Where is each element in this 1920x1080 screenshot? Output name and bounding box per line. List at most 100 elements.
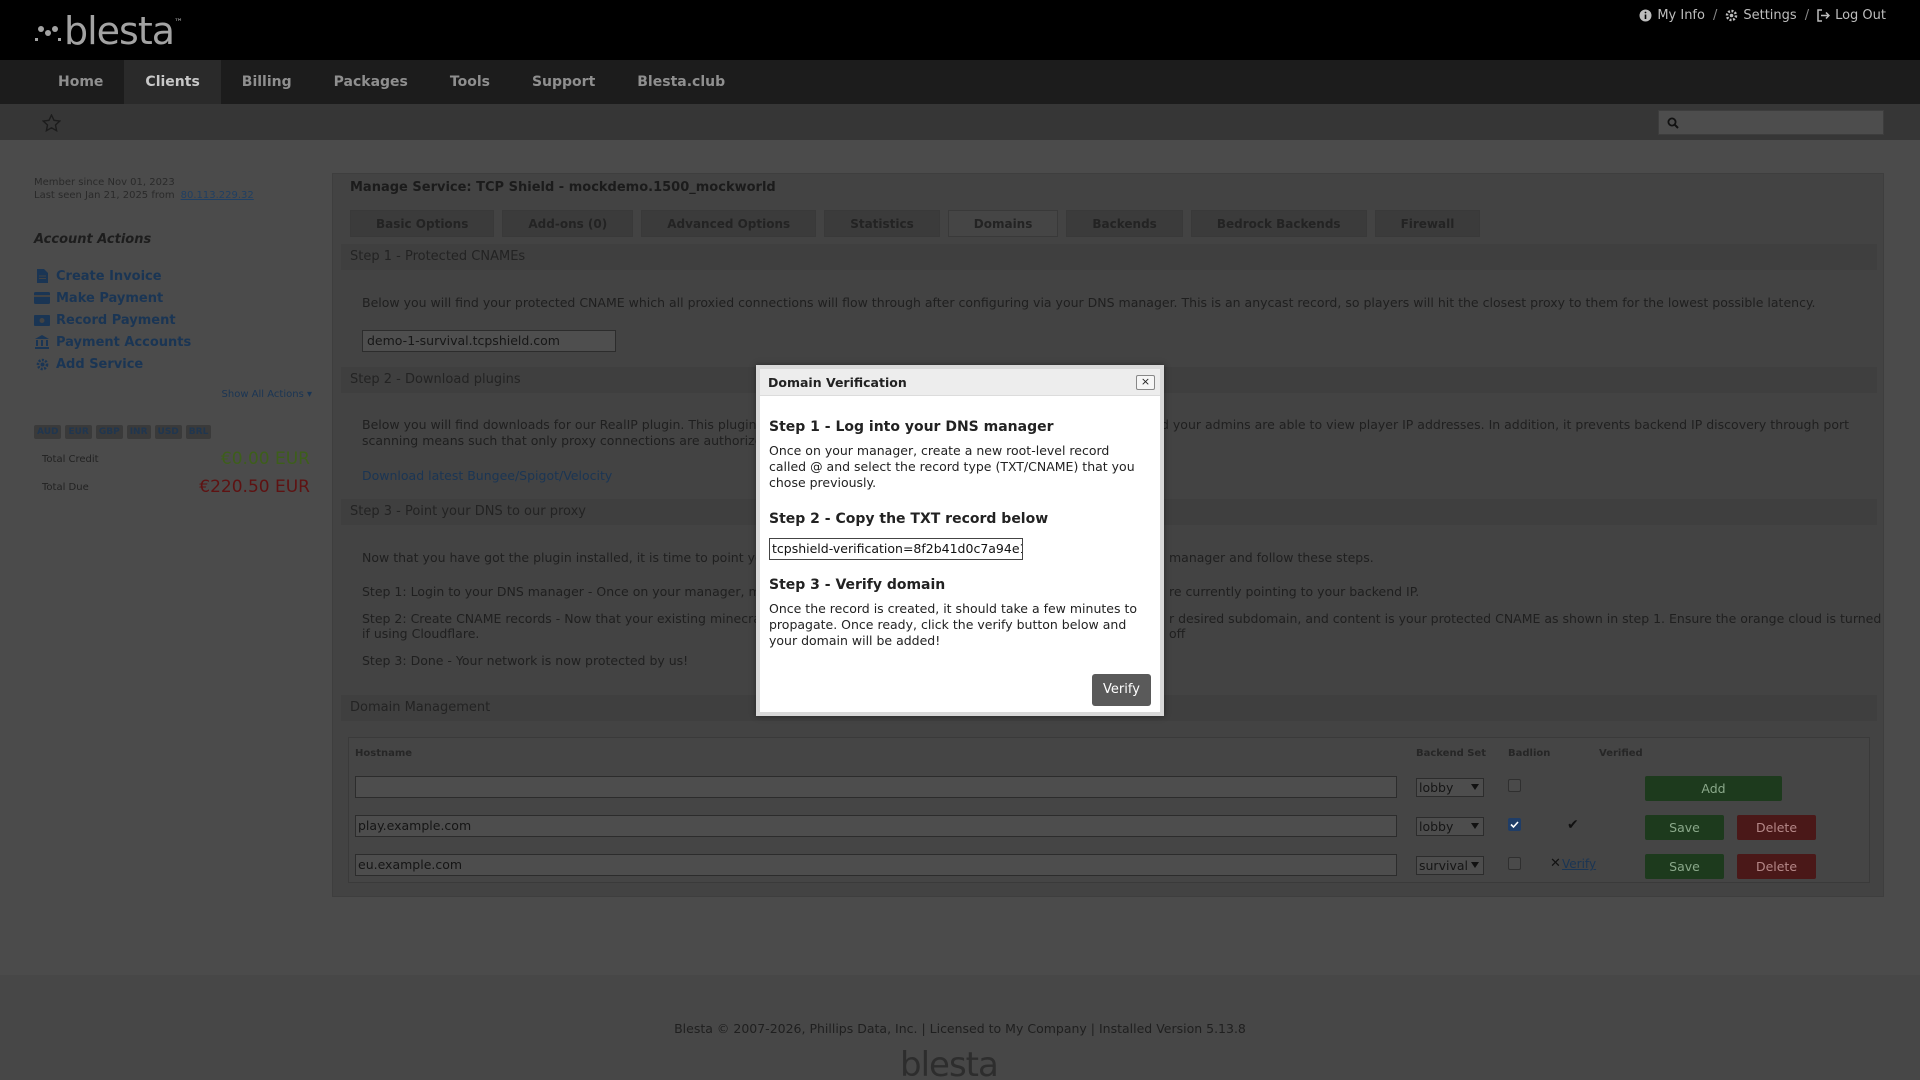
tab-backends[interactable]: Backends bbox=[1066, 210, 1183, 237]
credit-card-icon bbox=[34, 292, 50, 304]
currency-badge[interactable]: AUD bbox=[34, 425, 62, 439]
bank-icon bbox=[35, 335, 49, 349]
caret-down-icon: ▾ bbox=[306, 389, 312, 400]
my-info-label: My Info bbox=[1657, 8, 1705, 23]
badlion-checkbox[interactable] bbox=[1508, 857, 1521, 870]
backend-value: survival bbox=[1419, 858, 1468, 873]
modal-step2-title: Step 2 - Copy the TXT record below bbox=[769, 511, 1049, 527]
badlion-checkbox[interactable] bbox=[1508, 818, 1521, 831]
currency-badge[interactable]: USD bbox=[154, 425, 182, 439]
add-service-action[interactable]: Add Service bbox=[34, 353, 314, 375]
tab-add-ons[interactable]: Add-ons (0) bbox=[502, 210, 634, 237]
logout-label: Log Out bbox=[1835, 8, 1886, 23]
page-title: Manage Service: TCP Shield - mockdemo.15… bbox=[350, 180, 776, 195]
delete-button[interactable]: Delete bbox=[1737, 854, 1816, 879]
record-payment-action[interactable]: Record Payment bbox=[34, 309, 314, 331]
star-icon[interactable] bbox=[42, 114, 61, 132]
logo-tm: ™ bbox=[174, 18, 184, 28]
add-button[interactable]: Add bbox=[1645, 776, 1782, 801]
step3-intro-b: manager and follow these steps. bbox=[1169, 550, 1374, 565]
settings-link[interactable]: Settings bbox=[1725, 8, 1797, 23]
nav-clients[interactable]: Clients bbox=[124, 60, 221, 104]
member-since: Member since Nov 01, 2023 bbox=[34, 177, 175, 188]
tab-domains[interactable]: Domains bbox=[947, 210, 1059, 237]
step3-step2-a: Step 2: Create CNAME records - Now that … bbox=[362, 611, 787, 626]
step3-step3: Step 3: Done - Your network is now prote… bbox=[362, 653, 689, 668]
account-actions: Create Invoice Make Payment Record Payme… bbox=[34, 265, 314, 375]
nav-support[interactable]: Support bbox=[511, 60, 616, 104]
tab-basic-options[interactable]: Basic Options bbox=[350, 210, 495, 237]
domain-verification-modal: Domain Verification × Step 1 - Log into … bbox=[756, 365, 1164, 716]
tab-firewall[interactable]: Firewall bbox=[1374, 210, 1481, 237]
step3-intro-a: Now that you have got the plugin install… bbox=[362, 550, 788, 565]
new-backend-select[interactable]: lobby bbox=[1416, 778, 1484, 797]
currency-badge[interactable]: BRL bbox=[185, 425, 212, 439]
separator: / bbox=[1804, 8, 1810, 23]
blesta-logo-icon bbox=[35, 26, 61, 41]
unverified-x-icon: ✕ bbox=[1550, 856, 1561, 871]
create-invoice-action[interactable]: Create Invoice bbox=[34, 265, 314, 287]
new-backend-value: lobby bbox=[1419, 780, 1454, 795]
tab-bedrock-backends[interactable]: Bedrock Backends bbox=[1190, 210, 1367, 237]
gear-icon bbox=[1726, 9, 1738, 22]
currency-badge[interactable]: EUR bbox=[65, 425, 92, 439]
file-icon bbox=[36, 269, 48, 283]
modal-header: Domain Verification × bbox=[760, 369, 1160, 396]
make-payment-action[interactable]: Make Payment bbox=[34, 287, 314, 309]
chevron-down-icon bbox=[1471, 784, 1479, 790]
verified-check-icon: ✔ bbox=[1567, 817, 1579, 833]
total-due-value: €220.50 EUR bbox=[199, 477, 310, 497]
show-all-actions-link[interactable]: Show All Actions ▾ bbox=[222, 389, 312, 400]
ip-link[interactable]: 80.113.229.32 bbox=[181, 190, 254, 201]
cname-field[interactable]: demo-1-survival.tcpshield.com bbox=[362, 330, 616, 352]
header-backend-set: Backend Set bbox=[1416, 748, 1486, 759]
backend-select[interactable]: survival bbox=[1416, 856, 1484, 875]
delete-button[interactable]: Delete bbox=[1737, 815, 1816, 840]
currency-badge[interactable]: GBP bbox=[95, 425, 123, 439]
step3-step1-b: re currently pointing to your backend IP… bbox=[1169, 584, 1420, 599]
nav-billing[interactable]: Billing bbox=[221, 60, 313, 104]
step2-text-b: d your admins are able to view player IP… bbox=[1161, 417, 1850, 432]
search-input[interactable] bbox=[1658, 110, 1884, 135]
nav-blesta-club[interactable]: Blesta.club bbox=[616, 60, 746, 104]
separator: / bbox=[1712, 8, 1718, 23]
total-credit-value: €0.00 EUR bbox=[220, 449, 310, 469]
save-button[interactable]: Save bbox=[1645, 854, 1724, 879]
step3-step1-a: Step 1: Login to your DNS manager - Once… bbox=[362, 584, 795, 599]
top-bar: blesta ™ My Info / Settings / Log Out bbox=[0, 0, 1920, 60]
payment-accounts-action[interactable]: Payment Accounts bbox=[34, 331, 314, 353]
tab-statistics[interactable]: Statistics bbox=[824, 210, 940, 237]
new-badlion-checkbox[interactable] bbox=[1508, 779, 1521, 792]
backend-select[interactable]: lobby bbox=[1416, 817, 1484, 836]
new-hostname-input[interactable] bbox=[355, 776, 1397, 798]
money-icon bbox=[34, 314, 50, 326]
hostname-input[interactable]: eu.example.com bbox=[355, 854, 1397, 876]
download-plugin-link[interactable]: Download latest Bungee/Spigot/Velocity bbox=[362, 468, 612, 483]
hostname-input[interactable]: play.example.com bbox=[355, 815, 1397, 837]
verify-button[interactable]: Verify bbox=[1092, 674, 1151, 706]
logout-icon bbox=[1817, 9, 1831, 22]
logout-link[interactable]: Log Out bbox=[1817, 8, 1886, 23]
checkmark-icon bbox=[1510, 821, 1519, 829]
footer-logo: blesta bbox=[900, 1045, 999, 1080]
header-verified: Verified bbox=[1599, 748, 1643, 759]
blesta-logo[interactable]: blesta ™ bbox=[34, 12, 183, 50]
currency-badge[interactable]: INR bbox=[126, 425, 151, 439]
nav-tools[interactable]: Tools bbox=[429, 60, 511, 104]
save-button[interactable]: Save bbox=[1645, 815, 1724, 840]
close-button[interactable]: × bbox=[1136, 375, 1155, 390]
my-info-link[interactable]: My Info bbox=[1639, 8, 1705, 23]
total-credit-row: Total Credit €0.00 EUR bbox=[42, 449, 310, 469]
modal-step3-title: Step 3 - Verify domain bbox=[769, 577, 946, 593]
txt-record-field[interactable]: tcpshield-verification=8f2b41d0c7a94e15 bbox=[769, 538, 1023, 560]
total-credit-label: Total Credit bbox=[42, 453, 99, 465]
logo-text: blesta bbox=[64, 9, 175, 53]
nav-home[interactable]: Home bbox=[37, 60, 124, 104]
cog-icon bbox=[36, 358, 48, 370]
total-due-label: Total Due bbox=[42, 481, 89, 493]
verify-link[interactable]: Verify bbox=[1562, 857, 1596, 871]
step2-text-c: scanning means such that only proxy conn… bbox=[362, 433, 787, 448]
nav-packages[interactable]: Packages bbox=[313, 60, 429, 104]
tab-advanced-options[interactable]: Advanced Options bbox=[641, 210, 817, 237]
add-service-label: Add Service bbox=[56, 356, 144, 372]
